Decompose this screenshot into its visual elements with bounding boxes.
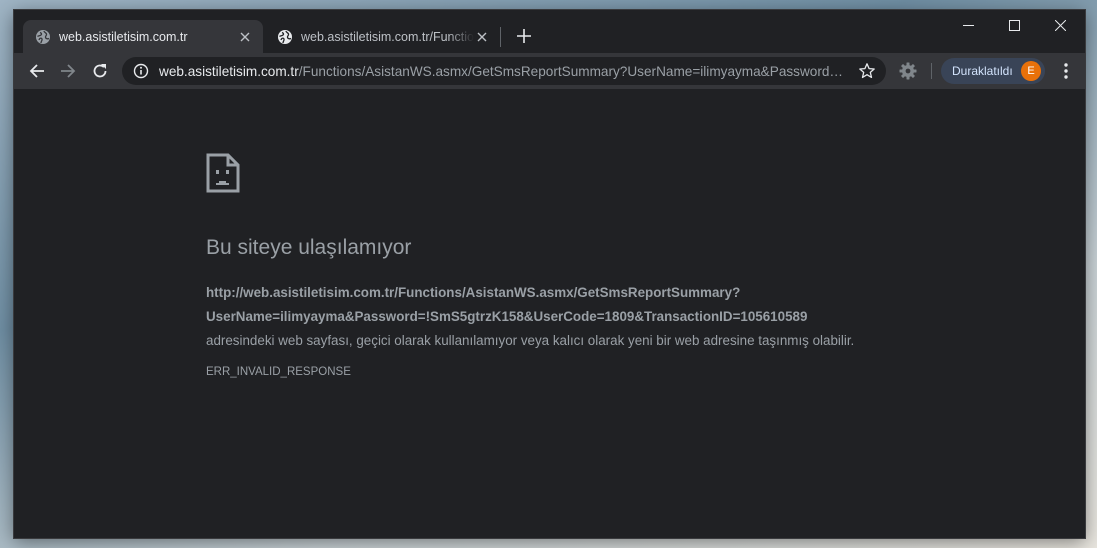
tab-title: web.asistiletisim.com.tr/Functions/Asist… <box>301 29 474 44</box>
toolbar: web.asistiletisim.com.tr/Functions/Asist… <box>14 53 1085 89</box>
arrow-right-icon <box>61 64 76 78</box>
info-icon[interactable] <box>133 63 149 79</box>
page-content: Bu siteye ulaşılamıyor http://web.asisti… <box>14 89 1085 538</box>
tab-close-icon[interactable] <box>237 29 253 45</box>
error-code[interactable]: ERR_INVALID_RESPONSE <box>206 366 351 378</box>
maximize-icon <box>1008 19 1020 31</box>
more-vert-icon <box>1064 63 1068 79</box>
url-host: web.asistiletisim.com.tr <box>159 63 299 79</box>
error-url-line2: UserName=ilimyayma&Password=!SmS5gtrzK15… <box>206 309 808 324</box>
globe-icon <box>36 29 50 44</box>
maximize-button[interactable] <box>991 10 1037 40</box>
error-url: http://web.asistiletisim.com.tr/Function… <box>206 281 906 329</box>
tab-strip: web.asistiletisim.com.tr web.asistiletis… <box>14 10 1085 53</box>
minimize-icon <box>962 24 974 26</box>
plus-icon <box>517 29 531 43</box>
profile-status: Duraklatıldı <box>952 64 1013 78</box>
tab-inactive[interactable]: web.asistiletisim.com.tr/Functions/Asist… <box>265 20 500 53</box>
error-url-line1: http://web.asistiletisim.com.tr/Function… <box>206 285 741 300</box>
avatar: E <box>1021 61 1041 81</box>
tab-title: web.asistiletisim.com.tr <box>59 29 188 44</box>
sad-page-icon <box>206 153 240 193</box>
reload-button[interactable] <box>86 57 114 85</box>
url-text[interactable]: web.asistiletisim.com.tr/Functions/Asist… <box>159 64 850 79</box>
arrow-left-icon <box>29 64 44 78</box>
url-path: /Functions/AsistanWS.asmx/GetSmsReportSu… <box>298 63 844 79</box>
error-title: Bu siteye ulaşılamıyor <box>206 236 412 259</box>
close-window-button[interactable] <box>1037 10 1083 40</box>
reload-icon <box>93 64 107 78</box>
star-icon[interactable] <box>858 62 876 80</box>
minimize-button[interactable] <box>945 10 991 40</box>
back-button[interactable] <box>23 57 51 85</box>
tab-separator <box>500 27 501 47</box>
error-description: adresindeki web sayfası, geçici olarak k… <box>206 333 855 348</box>
menu-button[interactable] <box>1054 59 1078 83</box>
forward-button[interactable] <box>54 57 82 85</box>
address-bar[interactable]: web.asistiletisim.com.tr/Functions/Asist… <box>122 57 886 85</box>
tab-close-icon[interactable] <box>474 29 490 45</box>
tab-active[interactable]: web.asistiletisim.com.tr <box>23 20 263 53</box>
gear-icon[interactable] <box>898 61 918 81</box>
new-tab-button[interactable] <box>512 24 536 48</box>
globe-icon <box>278 29 292 44</box>
profile-button[interactable]: Duraklatıldı E <box>941 58 1045 84</box>
browser-window: web.asistiletisim.com.tr web.asistiletis… <box>14 10 1085 538</box>
close-icon <box>1054 19 1066 31</box>
toolbar-separator <box>931 63 932 79</box>
